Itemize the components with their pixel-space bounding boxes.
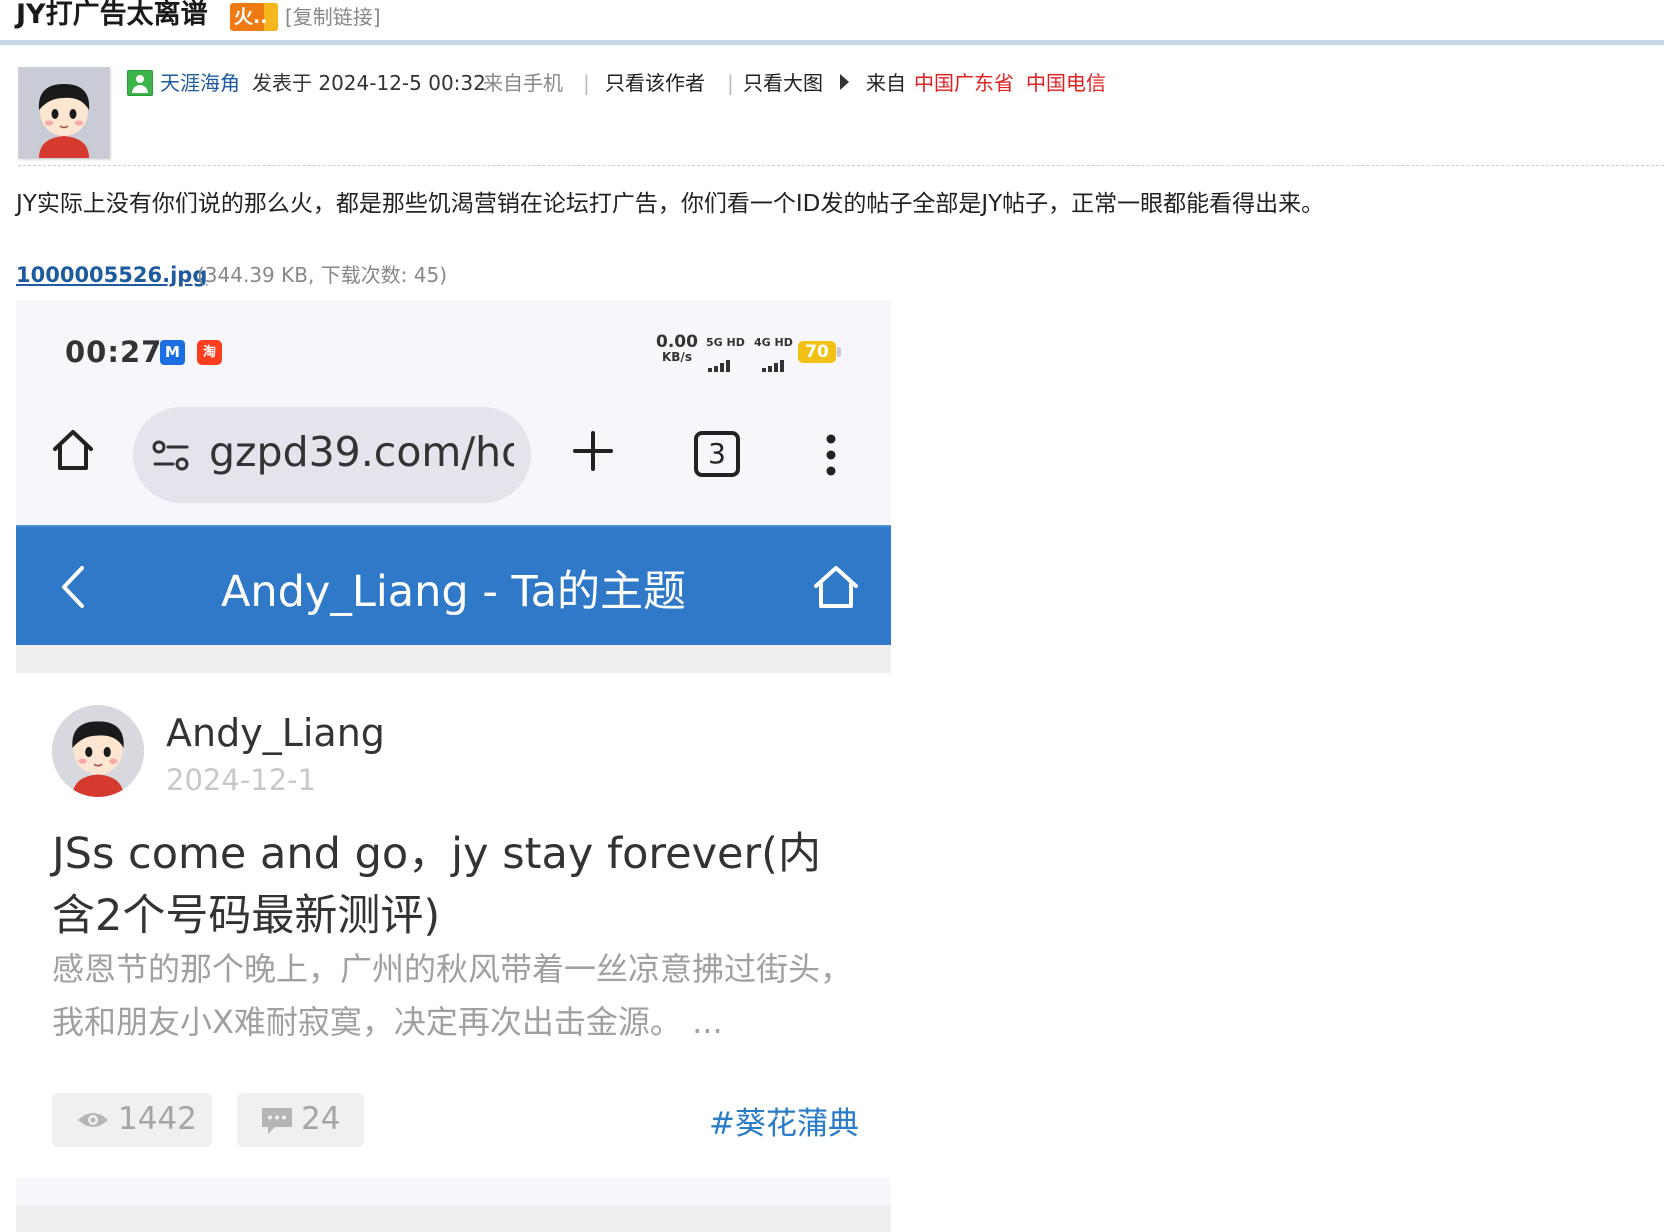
only-author-link[interactable]: 只看该作者 xyxy=(605,68,705,98)
title-divider xyxy=(0,40,1664,45)
sim2-network-label: 4G HD xyxy=(754,336,793,349)
online-status-icon xyxy=(127,70,153,96)
hot-badge-label: 火.. xyxy=(234,6,268,28)
comments-count: 24 xyxy=(301,1101,341,1137)
site-page-title: Andy_Liang - Ta的主题 xyxy=(220,567,687,617)
meta-separator: | xyxy=(727,71,734,95)
attachment-link[interactable]: 1000005526.jpg xyxy=(16,260,207,290)
post-location: 中国广东省 xyxy=(914,71,1014,95)
from-mobile-label: 来自手机 xyxy=(483,71,563,95)
avatar-cartoon-icon xyxy=(19,68,109,158)
network-speed-value: 0.00 xyxy=(656,332,698,352)
status-time: 00:27 xyxy=(65,335,163,369)
post-author-link[interactable]: 天涯海角 xyxy=(160,68,240,98)
card-tag[interactable]: #葵花蒲典 xyxy=(709,1098,859,1143)
card-excerpt: 感恩节的那个晚上，广州的秋风带着一丝凉意拂过街头，我和朋友小X难耐寂寞，决定再次… xyxy=(52,950,853,1041)
site-settings-icon[interactable] xyxy=(151,439,191,473)
topic-card[interactable]: Andy_Liang 2024-12-1 JSs come and go，jy … xyxy=(16,673,891,1178)
attachment-image[interactable]: 00:27 M 淘 0.00 KB/s 5G HD 4G HD 70 gzpd3… xyxy=(16,300,891,1232)
card-author-avatar[interactable] xyxy=(52,705,144,797)
post-timestamp: 发表于 2024-12-5 00:32 xyxy=(252,71,486,95)
copy-link-button[interactable]: [复制链接] xyxy=(285,4,381,30)
network-speed-unit: KB/s xyxy=(661,350,692,364)
site-header: Andy_Liang - Ta的主题 xyxy=(16,525,891,645)
tab-switcher-button[interactable]: 3 xyxy=(694,431,740,477)
app-notification-icon: M xyxy=(160,340,185,365)
section-spacer xyxy=(16,1205,891,1232)
card-author-name[interactable]: Andy_Liang xyxy=(166,711,385,755)
author-avatar[interactable] xyxy=(18,67,110,159)
comments-counter: 24 xyxy=(237,1093,364,1147)
views-count: 1442 xyxy=(118,1101,197,1137)
avatar-cartoon-icon xyxy=(52,705,144,797)
meta-separator: | xyxy=(583,71,590,95)
from-label: 来自 xyxy=(866,71,906,95)
only-large-images-link[interactable]: 只看大图 xyxy=(743,68,823,98)
views-counter: 1442 xyxy=(52,1093,212,1147)
network-speed: 0.00 KB/s xyxy=(656,332,698,365)
triangle-right-icon xyxy=(840,74,849,90)
url-text[interactable]: gzpd39.com/home xyxy=(209,428,514,476)
hot-badge: 火.. xyxy=(230,3,278,31)
battery-icon: 70 xyxy=(798,341,841,363)
post-header-divider xyxy=(18,165,1664,166)
signal-bars-icon xyxy=(708,353,732,372)
thread-title: JY打广告太离谱 xyxy=(16,0,208,30)
plus-icon[interactable] xyxy=(572,430,614,472)
taobao-notification-icon: 淘 xyxy=(197,340,222,365)
home-icon[interactable] xyxy=(50,427,96,473)
sim1-network-label: 5G HD xyxy=(706,336,745,349)
section-spacer xyxy=(16,645,891,673)
comment-icon xyxy=(262,1108,292,1134)
signal-bars-icon xyxy=(762,353,786,372)
card-title[interactable]: JSs come and go，jy stay forever(内含2个号码最新… xyxy=(52,823,852,947)
attachment-info: (344.39 KB, 下载次数: 45) xyxy=(197,263,448,287)
home-icon[interactable] xyxy=(811,562,861,612)
more-options-icon[interactable] xyxy=(826,434,836,476)
eye-icon xyxy=(78,1113,108,1127)
post-isp: 中国电信 xyxy=(1026,71,1106,95)
post-body: JY实际上没有你们说的那么火，都是那些饥渴营销在论坛打广告，你们看一个ID发的帖… xyxy=(16,191,1325,217)
card-date: 2024-12-1 xyxy=(166,763,317,797)
